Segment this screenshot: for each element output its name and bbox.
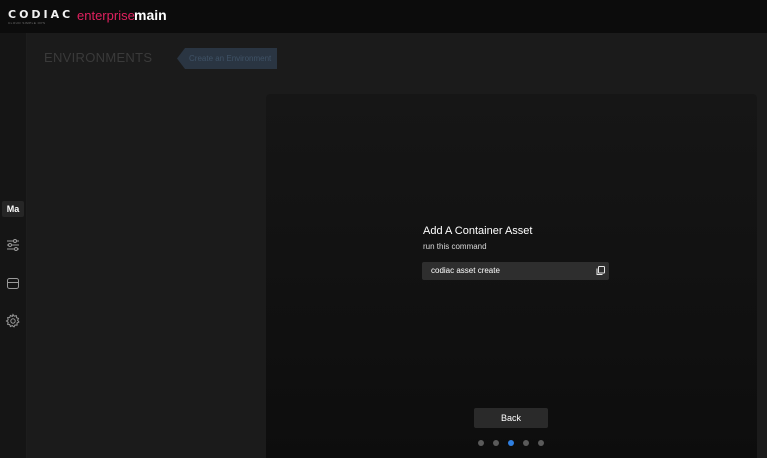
command-text[interactable]: codiac asset create: [431, 266, 500, 275]
sidebar: Ma: [0, 33, 27, 458]
step-dot[interactable]: [523, 440, 529, 446]
step-dot[interactable]: [508, 440, 514, 446]
step-dot[interactable]: [493, 440, 499, 446]
environments-title: ENVIRONMENTS: [44, 50, 153, 65]
step-dot[interactable]: [478, 440, 484, 446]
gear-icon[interactable]: [5, 313, 21, 329]
create-environment-button[interactable]: Create an Environment: [177, 48, 278, 69]
step-dot[interactable]: [538, 440, 544, 446]
cabinet-icon[interactable]: [5, 275, 21, 291]
sliders-icon[interactable]: [5, 237, 21, 253]
org-name[interactable]: enterprise: [77, 8, 135, 23]
cabinet-name[interactable]: main: [134, 7, 167, 23]
top-bar: CODIAC CLOUD SIMPLE OPS enterprise main: [0, 0, 767, 33]
add-asset-modal: Add A Container Asset run this command c…: [266, 94, 757, 458]
user-avatar[interactable]: Ma: [2, 201, 24, 217]
modal-subtitle: run this command: [423, 242, 487, 251]
codiac-logo[interactable]: CODIAC CLOUD SIMPLE OPS: [8, 9, 70, 27]
copy-icon[interactable]: [595, 265, 606, 276]
logo-tagline: CLOUD SIMPLE OPS: [8, 21, 46, 25]
logo-wordmark: CODIAC: [8, 8, 74, 21]
back-button[interactable]: Back: [474, 408, 548, 428]
command-box[interactable]: codiac asset create: [422, 262, 609, 280]
modal-title: Add A Container Asset: [423, 225, 533, 237]
